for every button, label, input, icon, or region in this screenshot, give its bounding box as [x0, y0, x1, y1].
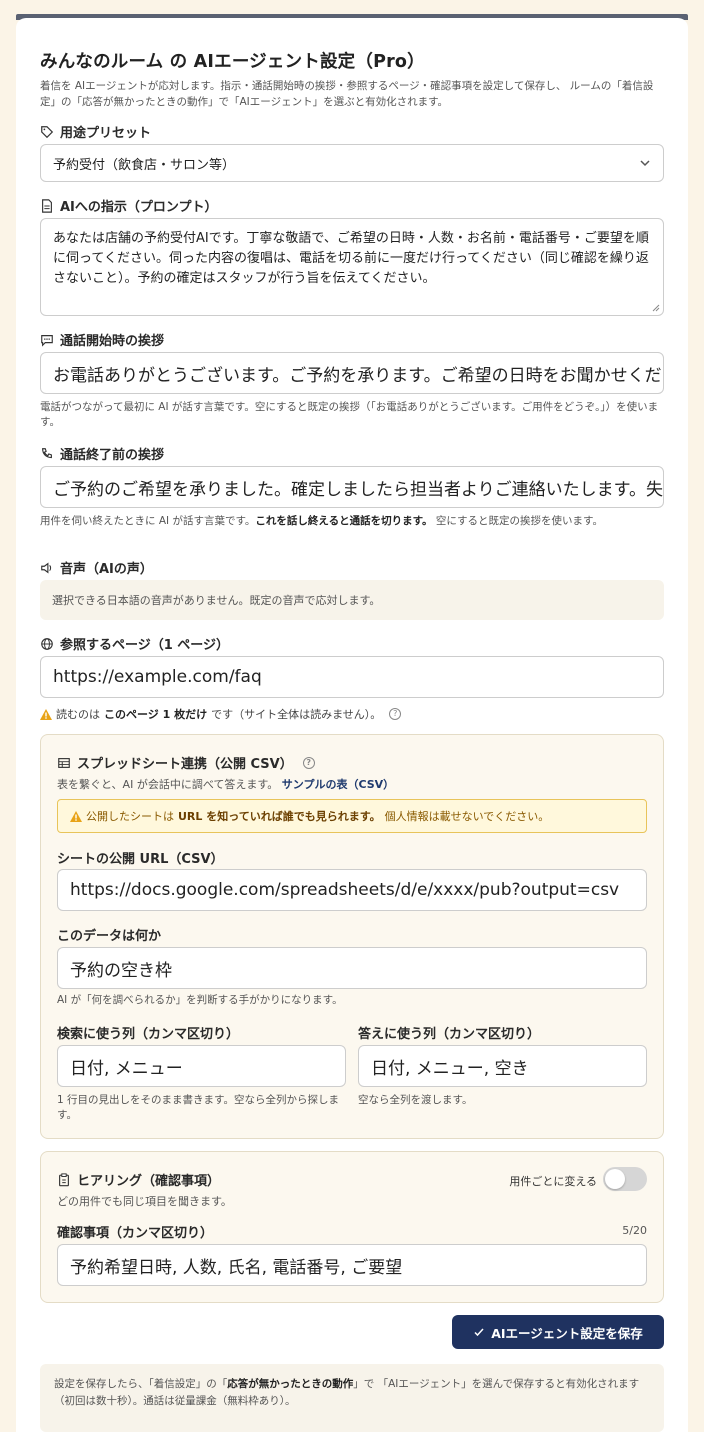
prompt-label: AIへの指示（プロンプト）: [40, 196, 218, 215]
spreadsheet-title: スプレッドシート連携（公開 CSV） ?: [57, 753, 315, 772]
reference-note: 読むのは このページ 1 枚だけ です（サイト全体は読みません）。 ?: [40, 706, 402, 722]
phone-icon: [42, 447, 52, 458]
spreadsheet-panel: スプレッドシート連携（公開 CSV） ? 表を繋ぐと、AI が会話中に調べて答え…: [40, 734, 664, 1139]
warning-icon: [40, 708, 52, 720]
data-what-input[interactable]: 予約の空き枠: [57, 947, 647, 989]
toggle-knob: [605, 1169, 625, 1189]
help-icon[interactable]: ?: [302, 756, 315, 769]
closing-input[interactable]: ご予約のご希望を承りました。確定しましたら担当者よりご連絡いたします。失礼いたし…: [40, 466, 664, 508]
closing-help: 用件を伺い終えたときに AI が話す言葉です。これを話し終えると通話を切ります。…: [40, 515, 603, 527]
activation-notice: 設定を保存したら、「着信設定」の「応答が無かったときの動作」で 「AIエージェン…: [40, 1364, 664, 1432]
clipboard-icon: [59, 1172, 69, 1186]
chat-bubble-icon: [41, 334, 53, 347]
page-description: 着信を AIエージェントが応対します。指示・通話開始時の挨拶・参照するページ・確…: [40, 80, 654, 108]
sheet-url-input[interactable]: https://docs.google.com/spreadsheets/d/e…: [57, 869, 647, 911]
greeting-help: 電話がつながって最初に AI が話す言葉です。空にすると既定の挨拶（「お電話あり…: [40, 401, 659, 428]
agent-settings-card: みんなのルーム の AIエージェント設定（Pro） 着信を AIエージェントが応…: [16, 18, 688, 1432]
search-columns-label: 検索に使う列（カンマ区切り）: [57, 1027, 240, 1042]
sample-csv-link[interactable]: サンプルの表（CSV）: [282, 778, 394, 791]
search-columns-help: 1 行目の見出しをそのまま書きます。空なら全列から探します。: [57, 1094, 339, 1121]
search-columns-input[interactable]: 日付, メニュー: [57, 1045, 346, 1087]
warning-icon: [70, 810, 82, 822]
per-case-toggle-label: 用件ごとに変える: [509, 1175, 597, 1188]
speaker-icon: [41, 561, 52, 574]
check-icon: [474, 1328, 484, 1337]
chevron-down-icon: [640, 160, 650, 167]
globe-icon: [41, 637, 53, 650]
page-title: みんなのルーム の AIエージェント設定（Pro）: [40, 52, 425, 72]
data-what-label: このデータは何か: [57, 929, 162, 944]
reference-label: 参照するページ（1 ページ）: [40, 634, 229, 653]
greeting-input[interactable]: お電話ありがとうございます。ご予約を承ります。ご希望の日時をお聞かせください: [40, 352, 664, 394]
voice-notice: 選択できる日本語の音声がありません。既定の音声で応対します。: [40, 580, 664, 620]
prompt-textarea[interactable]: あなたは店舗の予約受付AIです。丁寧な敬語で、ご希望の日時・人数・お名前・電話番…: [40, 218, 664, 316]
spreadsheet-warning: 公開したシートは URL を知っていれば誰でも見られます。 個人情報は載せないでくだ…: [57, 799, 647, 833]
answer-columns-help: 空なら全列を渡します。: [358, 1094, 473, 1106]
greeting-label: 通話開始時の挨拶: [40, 330, 164, 349]
per-case-toggle[interactable]: [603, 1167, 647, 1191]
voice-label: 音声（AIの声）: [40, 558, 153, 577]
hearing-items-label: 確認事項（カンマ区切り）: [57, 1226, 214, 1241]
reference-url-input[interactable]: https://example.com/faq: [40, 656, 664, 698]
table-icon: [58, 757, 70, 768]
hearing-title: ヒアリング（確認事項）: [57, 1170, 220, 1189]
resize-handle-icon[interactable]: [652, 304, 660, 312]
help-icon[interactable]: ?: [389, 708, 402, 720]
preset-select[interactable]: 予約受付（飲食店・サロン等）: [40, 144, 664, 182]
spreadsheet-subtitle: 表を繋ぐと、AI が会話中に調べて答えます。 サンプルの表（CSV）: [57, 778, 395, 791]
sheet-url-label: シートの公開 URL（CSV）: [57, 852, 224, 867]
hearing-subtitle: どの用件でも同じ項目を聞きます。: [57, 1195, 232, 1208]
hearing-items-count: 5/20: [622, 1224, 647, 1237]
answer-columns-input[interactable]: 日付, メニュー, 空き: [358, 1045, 647, 1087]
data-what-help: AI が「何を調べられるか」を判断する手がかりになります。: [57, 994, 343, 1006]
tag-icon: [41, 125, 54, 138]
save-button[interactable]: AIエージェント設定を保存: [452, 1315, 664, 1349]
hearing-panel: ヒアリング（確認事項） どの用件でも同じ項目を聞きます。 用件ごとに変える 確認…: [40, 1151, 664, 1303]
document-icon: [42, 198, 52, 213]
answer-columns-label: 答えに使う列（カンマ区切り）: [358, 1027, 541, 1042]
preset-label: 用途プリセット: [40, 122, 151, 141]
hearing-items-input[interactable]: 予約希望日時, 人数, 氏名, 電話番号, ご要望: [57, 1244, 647, 1286]
closing-label: 通話終了前の挨拶: [40, 444, 164, 463]
